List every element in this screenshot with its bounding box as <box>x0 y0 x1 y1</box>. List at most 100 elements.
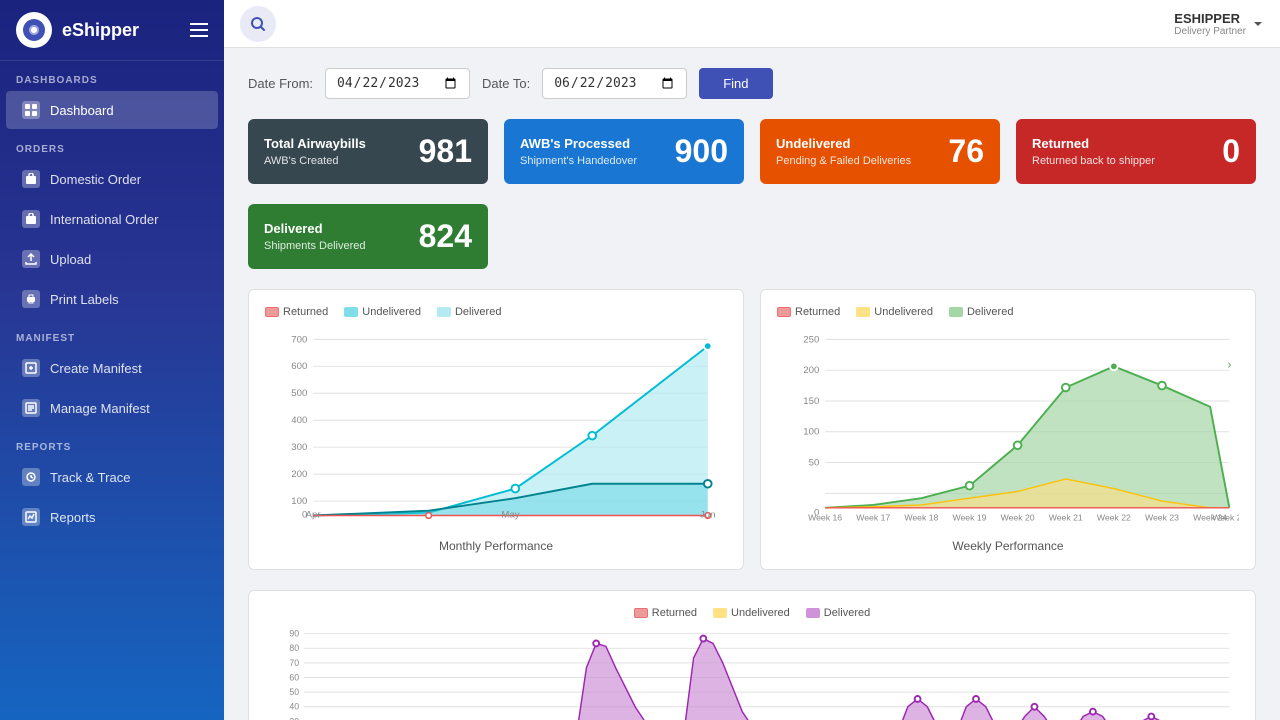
chevron-down-icon <box>1252 18 1264 30</box>
weekly-legend-returned-label: Returned <box>795 306 840 318</box>
bottom-legend: Returned Undelivered Delivered <box>265 607 1239 619</box>
svg-text:Week 22: Week 22 <box>1097 512 1131 522</box>
stat-sub-total: AWB's Created <box>264 155 366 167</box>
date-to-label: Date To: <box>482 76 530 91</box>
logo-text: eShipper <box>62 20 139 41</box>
date-from-input-wrapper <box>325 68 470 99</box>
svg-text:50: 50 <box>809 457 820 468</box>
stat-sub-returned: Returned back to shipper <box>1032 155 1155 167</box>
stat-card-undelivered: Undelivered Pending & Failed Deliveries … <box>760 119 1000 184</box>
sidebar-item-international-order[interactable]: International Order <box>6 200 218 238</box>
weekly-chart-svg: 250 200 150 100 50 0 <box>777 326 1239 526</box>
svg-text:250: 250 <box>803 334 819 345</box>
sidebar-item-dashboard[interactable]: Dashboard <box>6 91 218 129</box>
svg-text:100: 100 <box>291 496 307 507</box>
sidebar-item-create-manifest-label: Create Manifest <box>50 361 142 376</box>
bottom-legend-returned-dot <box>634 608 648 618</box>
svg-text:Week 25: Week 25 <box>1212 512 1239 522</box>
stat-title-returned: Returned <box>1032 136 1155 151</box>
weekly-chart: Returned Undelivered Delivered <box>760 289 1256 570</box>
monthly-legend: Returned Undelivered Delivered <box>265 306 727 318</box>
stat-title-undelivered: Undelivered <box>776 136 911 151</box>
sidebar-item-track-trace-label: Track & Trace <box>50 470 130 485</box>
legend-undelivered: Undelivered <box>344 306 421 318</box>
legend-delivered-dot <box>437 307 451 317</box>
create-manifest-icon <box>22 359 40 377</box>
svg-text:Week 19: Week 19 <box>952 512 986 522</box>
stat-card-awbs-processed: AWB's Processed Shipment's Handedover 90… <box>504 119 744 184</box>
stat-value-processed: 900 <box>675 133 728 170</box>
monthly-chart-title: Monthly Performance <box>265 539 727 553</box>
topbar-user: ESHIPPER Delivery Partner <box>1174 11 1264 37</box>
weekly-chart-title: Weekly Performance <box>777 539 1239 553</box>
search-button[interactable] <box>240 6 276 42</box>
stat-value-undelivered: 76 <box>948 133 984 170</box>
svg-text:Apr: Apr <box>306 509 322 520</box>
sidebar-item-reports[interactable]: Reports <box>6 498 218 536</box>
svg-text:Week 17: Week 17 <box>856 512 890 522</box>
bottom-chart-svg: 90 80 70 60 50 40 30 <box>265 627 1239 720</box>
domestic-order-icon <box>22 170 40 188</box>
svg-text:May: May <box>501 509 519 520</box>
date-to-input-wrapper <box>542 68 687 99</box>
sidebar-item-track-trace[interactable]: Track & Trace <box>6 458 218 496</box>
svg-text:400: 400 <box>291 415 307 426</box>
section-dashboards: DASHBOARDS <box>0 61 224 90</box>
legend-returned-dot <box>265 307 279 317</box>
svg-text:80: 80 <box>289 643 299 653</box>
sidebar-item-print-labels[interactable]: Print Labels <box>6 280 218 318</box>
sidebar-header: eShipper <box>0 0 224 61</box>
svg-text:150: 150 <box>803 396 819 407</box>
reports-icon <box>22 508 40 526</box>
legend-delivered: Delivered <box>437 306 501 318</box>
svg-text:Week 16: Week 16 <box>808 512 842 522</box>
svg-text:Week 21: Week 21 <box>1049 512 1083 522</box>
legend-undelivered-label: Undelivered <box>362 306 421 318</box>
sidebar-item-print-labels-label: Print Labels <box>50 292 119 307</box>
stat-cards-row1: Total Airwaybills AWB's Created 981 AWB'… <box>248 119 1256 184</box>
weekly-legend-returned-dot <box>777 307 791 317</box>
monthly-chart: Returned Undelivered Delivered <box>248 289 744 570</box>
hamburger-menu[interactable] <box>190 23 208 37</box>
weekly-legend: Returned Undelivered Delivered <box>777 306 1239 318</box>
topbar: ESHIPPER Delivery Partner <box>224 0 1280 48</box>
sidebar-item-reports-label: Reports <box>50 510 96 525</box>
sidebar-item-upload-label: Upload <box>50 252 91 267</box>
stat-value-delivered: 824 <box>419 218 472 255</box>
bottom-legend-undelivered-dot <box>713 608 727 618</box>
weekly-legend-undelivered-dot <box>856 307 870 317</box>
svg-text:600: 600 <box>291 361 307 372</box>
legend-returned: Returned <box>265 306 328 318</box>
svg-text:Jun: Jun <box>700 509 716 520</box>
bottom-legend-undelivered: Undelivered <box>713 607 790 619</box>
svg-text:500: 500 <box>291 388 307 399</box>
sidebar-item-manage-manifest[interactable]: Manage Manifest <box>6 389 218 427</box>
sidebar-item-upload[interactable]: Upload <box>6 240 218 278</box>
stat-title-delivered: Delivered <box>264 221 366 236</box>
stat-card-total-airwaybills: Total Airwaybills AWB's Created 981 <box>248 119 488 184</box>
main-panel: ESHIPPER Delivery Partner Date From: Dat… <box>224 0 1280 720</box>
find-button[interactable]: Find <box>699 68 772 99</box>
stat-value-returned: 0 <box>1222 133 1240 170</box>
svg-text:›: › <box>1227 359 1231 371</box>
weekly-legend-returned: Returned <box>777 306 840 318</box>
print-labels-icon <box>22 290 40 308</box>
sidebar-item-create-manifest[interactable]: Create Manifest <box>6 349 218 387</box>
bottom-chart: Returned Undelivered Delivered <box>248 590 1256 720</box>
weekly-legend-delivered-label: Delivered <box>967 306 1013 318</box>
svg-text:200: 200 <box>291 469 307 480</box>
svg-text:100: 100 <box>803 427 819 438</box>
stat-sub-delivered: Shipments Delivered <box>264 240 366 252</box>
sidebar-item-domestic-order[interactable]: Domestic Order <box>6 160 218 198</box>
bottom-legend-delivered-label: Delivered <box>824 607 870 619</box>
bottom-legend-delivered-dot <box>806 608 820 618</box>
svg-text:30: 30 <box>289 716 299 720</box>
svg-text:40: 40 <box>289 702 299 712</box>
charts-row: Returned Undelivered Delivered <box>248 289 1256 570</box>
section-orders: ORDERS <box>0 130 224 159</box>
weekly-legend-undelivered: Undelivered <box>856 306 933 318</box>
date-to-input[interactable] <box>553 75 676 92</box>
date-from-input[interactable] <box>336 75 459 92</box>
svg-text:200: 200 <box>803 365 819 376</box>
stat-card-delivered: Delivered Shipments Delivered 824 <box>248 204 488 269</box>
